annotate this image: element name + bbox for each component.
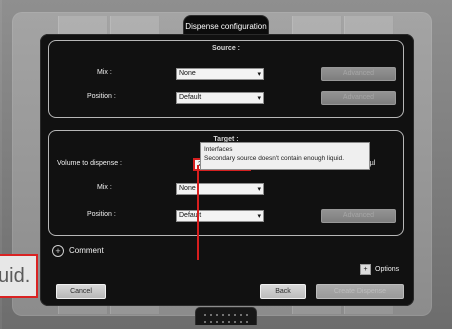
source-advanced-button[interactable]: Advanced [321,67,396,81]
options-toggle[interactable]: + Options [360,264,399,275]
source-mix-value: None [179,70,196,77]
target-position-label: Position : [87,211,116,218]
source-mix-label: Mix : [97,69,112,76]
app-screen: Dispense configuration Source : Mix : No… [0,0,452,329]
back-button[interactable]: Back [260,284,306,299]
target-mix-select[interactable]: None ▾ [176,183,264,195]
chevron-down-icon: ▾ [257,213,261,220]
callout-line [197,165,199,260]
tooltip-message: Secondary source doesn't contain enough … [204,155,345,162]
target-mix-value: None [179,185,196,192]
cancel-button[interactable]: Cancel [56,284,106,299]
chevron-down-icon: ▾ [257,186,261,193]
chevron-down-icon: ▾ [257,95,261,102]
handle-dot [240,320,242,323]
handle-dot [222,320,224,323]
target-advanced-button[interactable]: Advanced [321,209,396,223]
handle-dot [234,313,236,316]
volume-label: Volume to dispense : [57,160,122,167]
handle-dot [234,320,236,323]
create-dispense-button[interactable]: Create Dispense [316,284,404,299]
plus-circle-icon: + [52,245,64,257]
callout-box: uid. [0,254,38,298]
target-position-select[interactable]: Default ▾ [176,210,264,222]
source-section: Source : Mix : None ▾ Advanced Position … [48,40,404,118]
handle-dot [222,313,224,316]
comment-toggle[interactable]: + Comment [52,244,104,258]
handle-dot [210,313,212,316]
handle-dot [228,313,230,316]
handle-dot [246,320,248,323]
plus-box-icon: + [360,264,371,275]
source-position-value: Default [179,94,202,101]
handle-dot [216,313,218,316]
handle-dot [228,320,230,323]
source-position-advanced-button[interactable]: Advanced [321,91,396,105]
error-tooltip: Interfaces Secondary source doesn't cont… [200,142,370,170]
target-mix-label: Mix : [97,184,112,191]
handle-dot [216,320,218,323]
source-position-label: Position : [87,93,116,100]
chevron-down-icon: ▾ [257,71,261,78]
dispense-configuration-dialog: Source : Mix : None ▾ Advanced Position … [40,34,414,306]
source-mix-select[interactable]: None ▾ [176,68,264,80]
handle-dot [246,313,248,316]
source-position-select[interactable]: Default ▾ [176,92,264,104]
handle-dot [204,313,206,316]
handle-dot [240,313,242,316]
source-title: Source : [211,45,240,52]
tooltip-title: Interfaces [204,146,233,153]
drag-handle-icon[interactable] [195,307,257,325]
comment-label: Comment [69,246,104,255]
handle-dot [204,320,206,323]
options-label: Options [375,266,400,273]
handle-dot [210,320,212,323]
